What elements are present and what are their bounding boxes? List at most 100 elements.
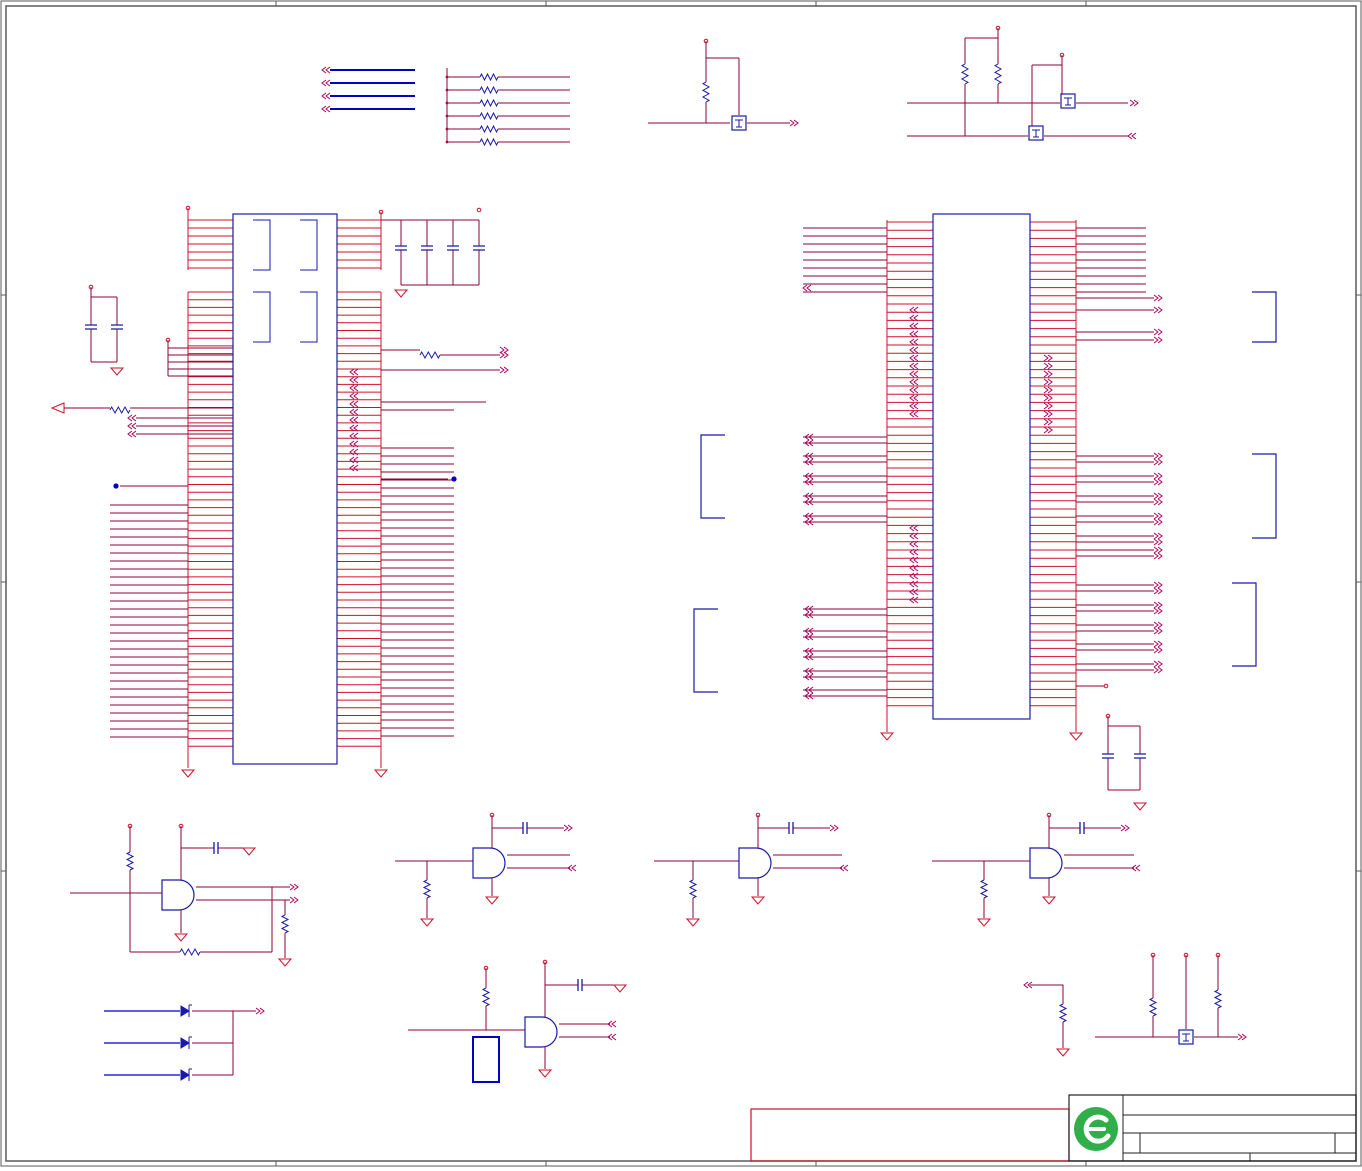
capacitor-icon	[447, 245, 459, 251]
mosfet-gate-icon	[1182, 1033, 1190, 1042]
capacitor-icon	[522, 822, 528, 834]
net-port-arrow-icon	[1153, 587, 1163, 595]
net-port-arrow-icon	[909, 596, 919, 604]
net-port-arrow-icon	[499, 366, 509, 374]
resistor-icon	[1148, 997, 1158, 1017]
net-port-arrow-icon	[349, 456, 359, 464]
ground-symbol-icon	[1055, 1048, 1071, 1057]
net-port-arrow-icon	[1153, 306, 1163, 314]
net-port-arrow-icon	[255, 1007, 265, 1015]
net-port-arrow-icon	[909, 580, 919, 588]
mosfet-gate-icon	[1064, 97, 1072, 106]
capacitor-icon	[788, 822, 794, 834]
bus-bracket	[693, 608, 718, 693]
net-port-arrow-icon	[1127, 132, 1137, 140]
capacitor-icon	[421, 245, 433, 251]
net-port-arrow-icon	[1043, 378, 1053, 386]
ground-symbol-icon	[537, 1069, 553, 1078]
net-port-arrow-icon	[1237, 1033, 1247, 1041]
net-port-arrow-icon	[909, 402, 919, 410]
resistor-icon	[109, 405, 131, 415]
net-port-arrow-icon	[1153, 336, 1163, 344]
net-port-arrow-icon	[1043, 354, 1053, 362]
net-port-arrow-icon	[1043, 402, 1053, 410]
bus-bracket	[1252, 453, 1277, 539]
ic-main-left	[232, 213, 338, 765]
net-port-arrow-icon	[321, 79, 331, 87]
power-port-icon	[1103, 683, 1109, 689]
title-block-grid	[1122, 1095, 1356, 1161]
net-port-arrow-icon	[1043, 370, 1053, 378]
net-port-arrow-icon	[349, 376, 359, 384]
capacitor-icon	[577, 979, 583, 991]
resistor-icon	[979, 879, 989, 899]
net-port-arrow-icon	[909, 378, 919, 386]
resistor-icon	[481, 987, 491, 1007]
net-port-arrow-icon	[1153, 581, 1163, 589]
wire	[1030, 984, 1064, 1004]
resistor-icon	[688, 879, 698, 899]
net-port-arrow-icon	[1153, 627, 1163, 635]
net-port-arrow-icon	[1153, 328, 1163, 336]
net-port-arrow-icon	[1043, 386, 1053, 394]
net-port-arrow-icon	[909, 338, 919, 346]
capacitor-icon	[213, 842, 219, 854]
resistor-icon	[701, 81, 711, 103]
net-port-arrow-icon	[1153, 607, 1163, 615]
net-port-arrow-icon	[1153, 532, 1163, 540]
resistor-icon	[479, 111, 499, 121]
net-port-arrow-icon	[349, 368, 359, 376]
net-port-arrow-icon	[909, 386, 919, 394]
ground-symbol-icon	[484, 896, 500, 905]
net-port-arrow-icon	[1153, 478, 1163, 486]
net-port-arrow-icon	[321, 92, 331, 100]
wire	[90, 287, 117, 298]
ground-symbol-icon	[419, 918, 435, 927]
net-port-arrow-icon	[563, 824, 573, 832]
net-port-arrow-icon	[909, 394, 919, 402]
ic-main-right	[932, 213, 1031, 720]
resistor-icon	[479, 85, 499, 95]
bus-bracket	[700, 434, 725, 519]
resistor-icon	[419, 350, 441, 360]
net-port-arrow-icon	[1153, 666, 1163, 674]
resistor-icon	[479, 72, 499, 82]
resistor-icon	[179, 947, 201, 957]
net-port-arrow-icon	[289, 896, 299, 904]
net-port-arrow-icon	[349, 408, 359, 416]
resistor-icon	[479, 124, 499, 134]
ground-symbol-icon	[1068, 732, 1084, 741]
net-port-arrow-icon	[127, 414, 137, 422]
net-port-arrow-icon	[321, 66, 331, 74]
ground-symbol-icon	[373, 769, 389, 778]
diode-bar-icon	[188, 1068, 192, 1081]
resistor-icon	[422, 879, 432, 899]
ground-symbol-icon	[393, 289, 409, 298]
net-port-arrow-icon	[909, 354, 919, 362]
capacitor-icon	[111, 324, 123, 330]
outer-border-rect	[0, 0, 1362, 1167]
net-port-arrow-icon	[289, 883, 299, 891]
net-port-arrow-icon	[321, 105, 331, 113]
wire	[965, 28, 999, 39]
capacitor-icon	[1079, 822, 1085, 834]
net-port-arrow-icon	[1153, 552, 1163, 560]
net-port-arrow-icon	[1153, 294, 1163, 302]
ground-symbol-icon	[277, 958, 293, 967]
green-circular-e-logo-icon	[1074, 1107, 1118, 1151]
net-port-arrow-icon	[909, 362, 919, 370]
net-port-arrow-icon	[1153, 452, 1163, 460]
sheet-frame	[0, 0, 1362, 1167]
ic-internal-bracket	[253, 219, 271, 271]
resistor-icon	[960, 63, 970, 85]
net-port-arrow-icon	[349, 464, 359, 472]
net-port-arrow-icon	[1043, 362, 1053, 370]
net-port-arrow-icon	[829, 824, 839, 832]
bus-bracket	[1232, 582, 1257, 667]
capacitor-icon	[1134, 753, 1146, 759]
net-port-arrow-icon	[1153, 621, 1163, 629]
net-port-arrow-icon	[1153, 512, 1163, 520]
net-port-arrow-icon	[1043, 426, 1053, 434]
ground-symbol-icon	[241, 847, 257, 856]
capacitor-icon	[85, 324, 97, 330]
